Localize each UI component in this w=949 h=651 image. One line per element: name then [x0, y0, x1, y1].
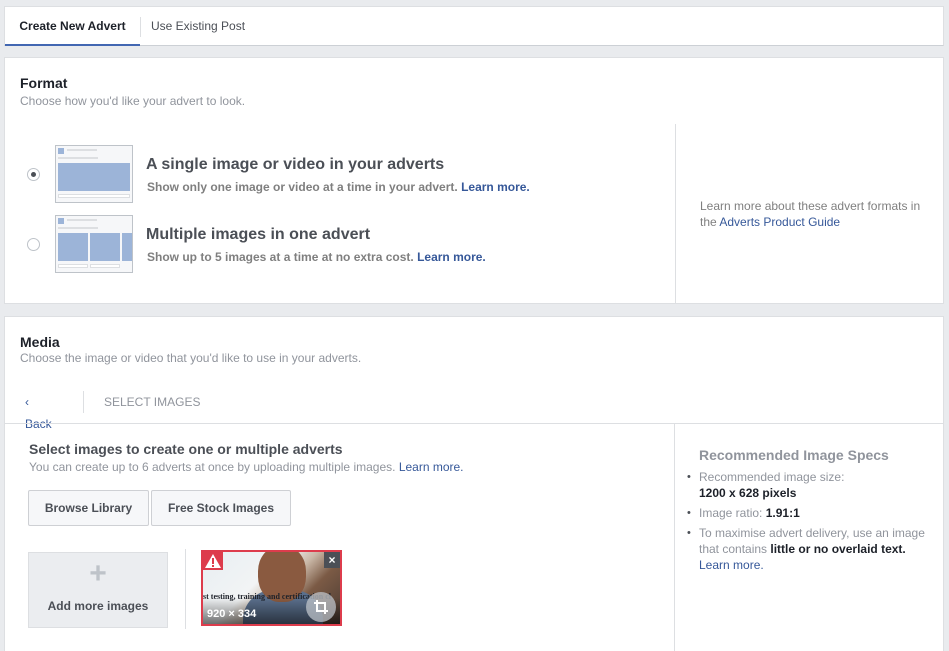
format-title: Format — [20, 75, 68, 91]
recommended-image-specs: Recommended Image Specs Recommended imag… — [687, 447, 929, 577]
plus-icon: + — [89, 557, 107, 590]
back-label: Back — [25, 417, 52, 431]
single-format-desc: Show only one image or video at a time i… — [147, 180, 530, 194]
breadcrumb-divider — [83, 391, 84, 413]
add-more-images-button[interactable]: + Add more images — [28, 552, 168, 628]
adverts-product-guide-link[interactable]: Adverts Product Guide — [719, 215, 840, 229]
single-format-desc-text: Show only one image or video at a time i… — [147, 180, 458, 194]
thumbnail-divider — [185, 549, 186, 629]
select-images-subtitle-text: You can create up to 6 adverts at once b… — [29, 460, 396, 474]
format-subtitle: Choose how you'd like your advert to loo… — [20, 94, 246, 108]
browse-library-button[interactable]: Browse Library — [28, 490, 149, 526]
format-option-carousel[interactable]: Multiple images in one advert Show up to… — [5, 214, 665, 276]
spec-text-tip: To maximise advert delivery, use an imag… — [687, 525, 929, 573]
spec-ratio-value: 1.91:1 — [765, 506, 800, 520]
spec-learn-more-link[interactable]: Learn more. — [699, 558, 764, 572]
carousel-format-icon — [55, 215, 133, 273]
uploaded-image-thumbnail[interactable]: st testing, training and certification c… — [201, 550, 342, 626]
single-image-format-icon — [55, 145, 133, 203]
format-divider — [675, 124, 676, 304]
single-format-title: A single image or video in your adverts — [146, 156, 445, 173]
chevron-left-icon: ‹ — [25, 395, 29, 409]
carousel-format-desc-text: Show up to 5 images at a time at no extr… — [147, 250, 414, 264]
spec-size-label: Recommended image size: — [699, 470, 845, 484]
specs-list: Recommended image size: 1200 x 628 pixel… — [687, 469, 929, 573]
carousel-format-learn-more-link[interactable]: Learn more. — [417, 250, 486, 264]
media-divider — [5, 423, 943, 424]
spec-size-value: 1200 x 628 pixels — [699, 486, 797, 500]
spec-image-ratio: Image ratio: 1.91:1 — [687, 505, 929, 521]
tab-divider — [140, 17, 141, 37]
select-images-title: Select images to create one or multiple … — [29, 441, 343, 457]
single-format-learn-more-link[interactable]: Learn more. — [461, 180, 530, 194]
current-step-label: SELECT IMAGES — [104, 395, 201, 409]
carousel-format-title: Multiple images in one advert — [146, 226, 371, 243]
format-panel: Format Choose how you'd like your advert… — [4, 57, 944, 304]
spec-ratio-label: Image ratio: — [699, 506, 763, 520]
spec-tip-bold: little or no overlaid text. — [770, 542, 906, 556]
remove-image-close-icon[interactable]: × — [324, 552, 340, 568]
warning-icon[interactable] — [203, 552, 223, 570]
format-option-single[interactable]: A single image or video in your adverts … — [5, 144, 665, 206]
free-stock-images-button[interactable]: Free Stock Images — [151, 490, 291, 526]
specs-title: Recommended Image Specs — [699, 447, 889, 463]
media-vertical-divider — [674, 424, 675, 651]
crop-icon[interactable] — [306, 592, 336, 622]
format-side-note: Learn more about these advert formats in… — [700, 198, 930, 230]
tab-create-new-advert[interactable]: Create New Advert — [5, 7, 140, 46]
image-dimensions: 920 × 334 — [207, 608, 257, 620]
spec-image-size: Recommended image size: 1200 x 628 pixel… — [687, 469, 929, 501]
select-images-subtitle: You can create up to 6 adverts at once b… — [29, 460, 464, 474]
tab-use-existing-post[interactable]: Use Existing Post — [151, 7, 245, 46]
select-images-learn-more-link[interactable]: Learn more. — [399, 460, 464, 474]
media-subtitle: Choose the image or video that you'd lik… — [20, 351, 362, 365]
tab-bar: Create New Advert Use Existing Post — [4, 6, 944, 46]
single-format-radio[interactable] — [27, 168, 40, 181]
back-button[interactable]: ‹ Back — [25, 391, 52, 435]
carousel-format-desc: Show up to 5 images at a time at no extr… — [147, 250, 486, 264]
media-title: Media — [20, 334, 60, 350]
media-panel: Media Choose the image or video that you… — [4, 316, 944, 651]
add-more-images-label: Add more images — [47, 599, 149, 613]
carousel-format-radio[interactable] — [27, 238, 40, 251]
